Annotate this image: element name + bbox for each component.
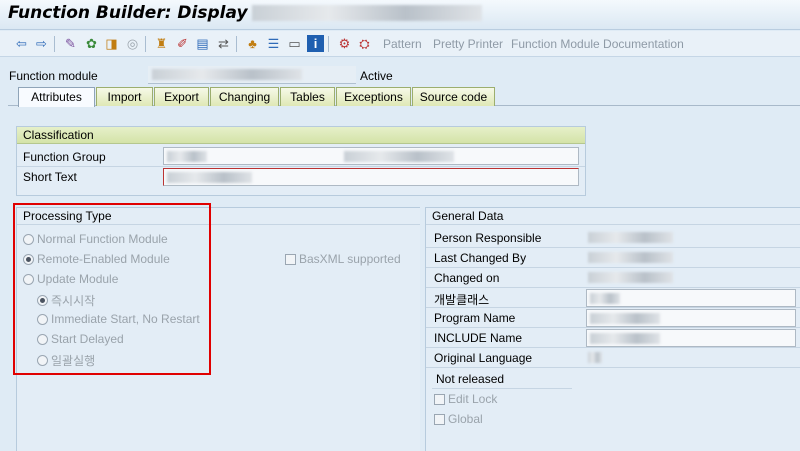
row-divider <box>432 388 572 389</box>
toolbar-separator <box>54 36 55 52</box>
tab-attributes[interactable]: Attributes <box>18 87 95 107</box>
layout-icon[interactable]: ▭ <box>286 35 303 52</box>
redacted-value <box>588 252 673 263</box>
include-name-row: INCLUDE Name <box>426 328 800 348</box>
activate-icon[interactable]: ♜ <box>153 35 170 52</box>
changed-on-row: Changed on <box>426 268 800 288</box>
release-status: Not released <box>436 372 505 386</box>
dev-class-field[interactable] <box>586 289 796 307</box>
redacted-value <box>588 352 602 363</box>
other-object-icon[interactable]: ✎ <box>62 35 79 52</box>
active-inactive-icon[interactable]: ◨ <box>103 35 120 52</box>
title-bar: Function Builder: Display <box>0 0 800 30</box>
pattern-button[interactable]: Pattern <box>383 37 422 51</box>
redacted-value <box>167 151 207 162</box>
include-name-label: INCLUDE Name <box>434 331 523 345</box>
tab-export[interactable]: Export <box>154 87 209 106</box>
general-data-group: General Data Person Responsible Last Cha… <box>425 207 800 451</box>
last-changed-row: Last Changed By <box>426 248 800 268</box>
row-divider <box>17 166 585 167</box>
back-icon[interactable]: ⇦ <box>13 35 30 52</box>
checkbox-box <box>285 253 296 265</box>
changed-on-label: Changed on <box>434 271 500 285</box>
toolbar-separator <box>145 36 146 52</box>
redacted-value <box>588 232 673 243</box>
redacted-title-suffix <box>251 5 482 21</box>
forward-icon[interactable]: ⇨ <box>33 35 50 52</box>
redacted-value <box>590 333 660 344</box>
display-change-icon[interactable]: ✿ <box>83 35 100 52</box>
highlight-annotation <box>13 203 211 375</box>
function-group-field[interactable] <box>163 147 579 165</box>
sap-icon[interactable]: ⛭ <box>356 35 373 52</box>
global-checkbox[interactable]: Global <box>434 412 483 426</box>
redacted-value <box>167 172 252 183</box>
program-name-label: Program Name <box>434 311 516 325</box>
toolbar-separator <box>328 36 329 52</box>
function-group-label: Function Group <box>23 150 106 164</box>
original-language-row: Original Language <box>426 348 800 368</box>
checkbox-box <box>434 413 445 425</box>
where-used-icon[interactable]: ▤ <box>194 35 211 52</box>
dev-class-label: 개발클래스 <box>434 293 490 307</box>
dev-class-row: 개발클래스 <box>426 288 800 308</box>
redacted-value <box>588 272 673 283</box>
global-label: Global <box>448 412 483 426</box>
short-text-field[interactable] <box>163 168 579 186</box>
person-responsible-row: Person Responsible <box>426 228 800 248</box>
hierarchy-icon[interactable]: ♣ <box>244 35 261 52</box>
basxml-checkbox[interactable]: BasXML supported <box>285 252 401 266</box>
toolbar-separator <box>236 36 237 52</box>
edit-lock-label: Edit Lock <box>448 392 498 406</box>
application-toolbar: ⇦ ⇨ ✎ ✿ ◨ ◎ ♜ ✐ ▤ ⇄ ♣ ☰ ▭ i ⚙ ⛭ Pattern … <box>0 31 800 57</box>
tab-source-code[interactable]: Source code <box>412 87 495 106</box>
help-icon[interactable]: ⚙ <box>336 35 353 52</box>
tab-tables[interactable]: Tables <box>280 87 335 106</box>
include-name-field[interactable] <box>586 329 796 347</box>
classification-title: Classification <box>17 127 585 144</box>
navigation-window-icon[interactable]: ☰ <box>265 35 282 52</box>
status-text: Active <box>360 69 393 83</box>
test-icon[interactable]: ✐ <box>174 35 191 52</box>
function-module-label: Function module <box>9 69 98 83</box>
redacted-value <box>590 293 620 304</box>
documentation-button[interactable]: Function Module Documentation <box>511 37 684 51</box>
redacted-value <box>344 151 454 162</box>
display-object-list-icon[interactable]: ⇄ <box>215 35 232 52</box>
last-changed-label: Last Changed By <box>434 251 527 265</box>
tab-import[interactable]: Import <box>96 87 153 106</box>
program-name-row: Program Name <box>426 308 800 328</box>
basxml-label: BasXML supported <box>299 252 401 266</box>
checkbox-box <box>434 393 445 405</box>
pretty-printer-button[interactable]: Pretty Printer <box>433 37 503 51</box>
check-icon[interactable]: ◎ <box>124 35 141 52</box>
general-data-title: General Data <box>426 208 800 225</box>
original-language-label: Original Language <box>434 351 533 365</box>
person-responsible-label: Person Responsible <box>434 231 542 245</box>
function-module-field[interactable] <box>148 66 356 84</box>
tab-changing[interactable]: Changing <box>210 87 279 106</box>
tab-exceptions[interactable]: Exceptions <box>336 87 411 106</box>
short-text-label: Short Text <box>23 170 77 184</box>
window-title: Function Builder: Display <box>8 3 482 23</box>
redacted-value <box>590 313 660 324</box>
program-name-field[interactable] <box>586 309 796 327</box>
redacted-value <box>152 69 302 80</box>
classification-group: Classification Function Group Short Text <box>16 126 586 196</box>
edit-lock-checkbox[interactable]: Edit Lock <box>434 392 497 406</box>
info-icon[interactable]: i <box>307 35 324 52</box>
